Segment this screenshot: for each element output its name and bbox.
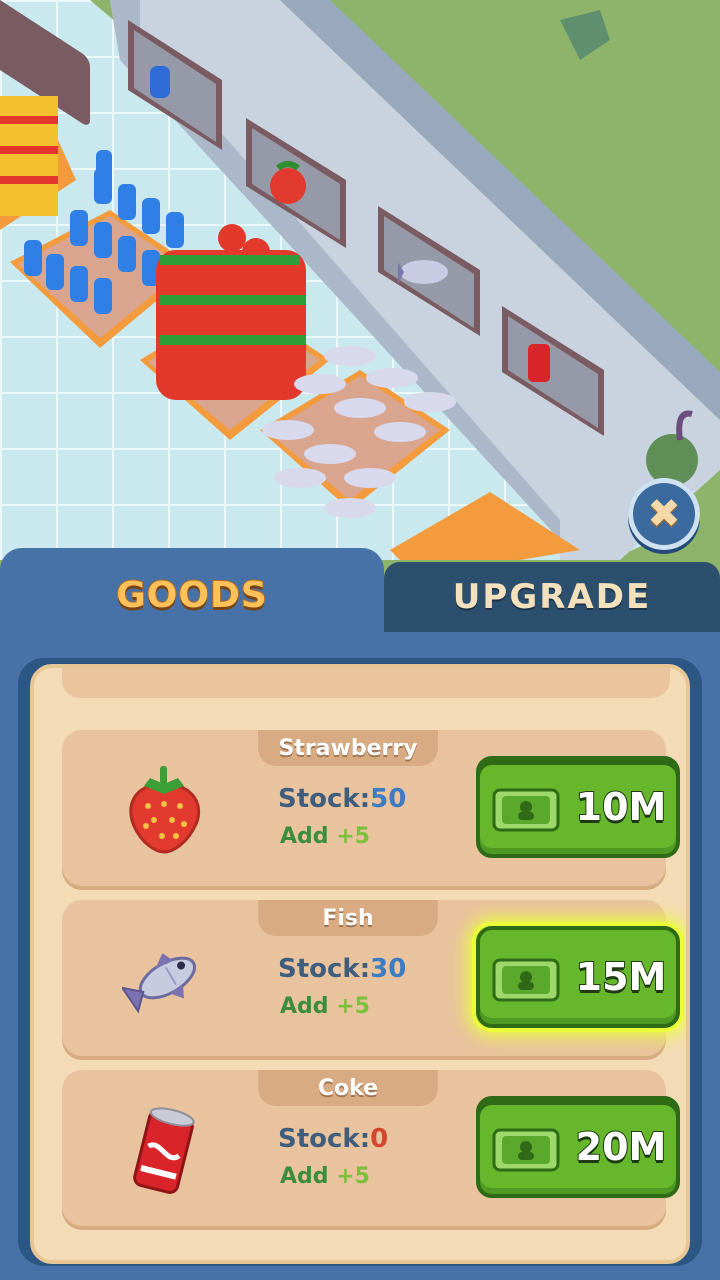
price-label: 15M [575,954,668,1000]
stock-row: Stock:0 [278,1124,388,1154]
item-name: Strawberry [258,730,438,766]
fish-icon [122,953,197,1014]
tab-goods[interactable]: GOODS [0,548,384,642]
coke-can-icon [133,1107,195,1194]
add-row: Add +5 [280,824,370,849]
list-item-partial [62,668,670,698]
buy-button-strawberry[interactable]: 10M [476,756,680,858]
cash-icon [492,788,560,832]
add-label: Add [280,824,329,849]
stock-label: Stock: [278,784,371,814]
buy-button-coke[interactable]: 20M [476,1096,680,1198]
add-row: Add +5 [280,994,370,1019]
goods-list[interactable]: Strawberry Stock:50 Add +5 10M Fish Stoc… [30,664,690,1264]
item-name: Coke [258,1070,438,1106]
close-button[interactable]: ✖ [628,478,700,550]
close-icon: ✖ [647,491,681,537]
stock-label: Stock: [278,1124,371,1154]
add-value: +5 [336,824,370,849]
add-label: Add [280,1164,329,1189]
strawberry-stack [156,224,306,400]
cash-icon [492,958,560,1002]
price-label: 20M [575,1124,668,1170]
add-value: +5 [336,994,370,1019]
stock-value: 0 [370,1124,389,1154]
strawberry-icon [129,766,201,854]
stock-row: Stock:30 [278,954,406,984]
store-background [0,0,720,560]
tab-upgrade-label: UPGRADE [452,577,652,617]
goods-item-coke: Coke Stock:0 Add +5 20M [62,1070,680,1226]
price-label: 10M [575,784,668,830]
stock-value: 30 [370,954,407,984]
chips-stack [0,96,58,216]
goods-item-fish: Fish Stock:30 Add +5 15M [62,900,680,1056]
add-row: Add +5 [280,1164,370,1189]
goods-item-strawberry: Strawberry Stock:50 Add +5 10M [62,730,680,886]
cash-icon [492,1128,560,1172]
game-scene: ✖ [0,0,720,560]
tab-upgrade[interactable]: UPGRADE [384,562,720,632]
item-name: Fish [258,900,438,936]
stock-value: 50 [370,784,407,814]
buy-button-fish[interactable]: 15M [476,926,680,1028]
add-value: +5 [336,1164,370,1189]
add-label: Add [280,994,329,1019]
tab-goods-label: GOODS [115,574,268,617]
stock-row: Stock:50 [278,784,406,814]
stock-label: Stock: [278,954,371,984]
